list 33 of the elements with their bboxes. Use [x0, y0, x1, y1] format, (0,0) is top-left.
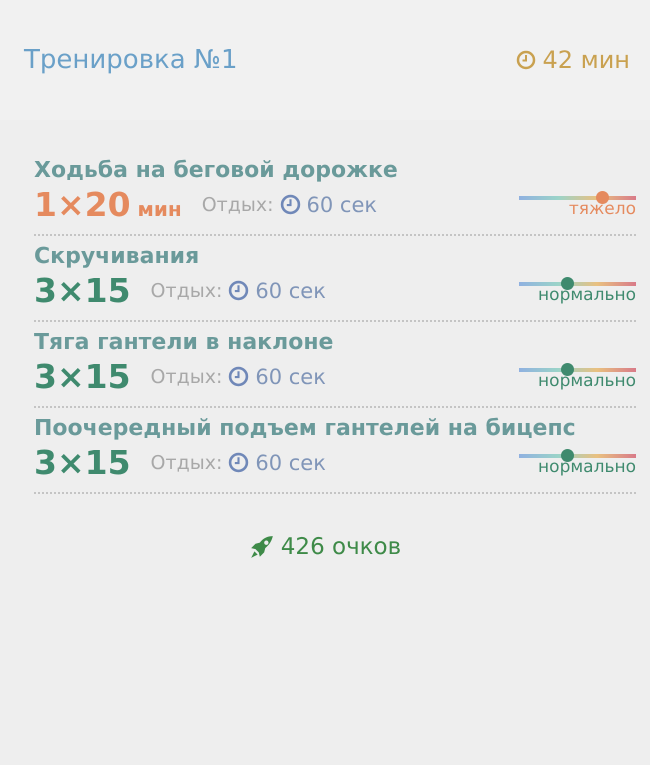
exercise-name: Скручивания	[34, 244, 200, 269]
sets-reps: 3×15	[34, 443, 131, 482]
sets-reps: 3×15	[34, 357, 131, 396]
exercise-name: Тяга гантели в наклоне	[34, 330, 334, 355]
rest-time: 60 сек	[255, 450, 326, 474]
rest-label: Отдых:	[150, 280, 222, 302]
clock-icon	[280, 194, 301, 215]
difficulty-label: тяжело	[568, 200, 636, 219]
rest-label: Отдых:	[202, 194, 274, 216]
exercise-card[interactable]: Поочередный подъем гантелей на бицепс 3×15 Отдых: 60 сек нормально	[34, 408, 636, 494]
difficulty-label: нормально	[538, 458, 636, 477]
workout-duration: 42 мин	[542, 46, 630, 74]
exercise-name: Поочередный подъем гантелей на бицепс	[34, 416, 577, 441]
difficulty-label: нормально	[538, 372, 636, 391]
clock-icon	[228, 366, 250, 387]
rocket-icon	[248, 534, 275, 560]
rest-time: 60 сек	[255, 364, 326, 388]
clock-icon	[228, 452, 250, 473]
clock-icon	[516, 50, 536, 70]
rest-time: 60 сек	[306, 192, 378, 216]
points-total: 426 очков	[280, 534, 402, 560]
sets-reps: 3×15	[34, 271, 131, 310]
exercise-card[interactable]: Скручивания 3×15 Отдых: 60 сек нормально	[34, 236, 636, 322]
exercise-card[interactable]: Ходьба на беговой дорожке 1×20 мин Отдых: 60 сек тяжело	[34, 150, 636, 236]
difficulty-label: нормально	[538, 286, 636, 305]
rest-time: 60 сек	[255, 278, 326, 302]
clock-icon	[228, 280, 250, 301]
sets-reps: 1×20 мин	[34, 185, 182, 224]
exercise-card[interactable]: Тяга гантели в наклоне 3×15 Отдых: 60 сек нормально	[34, 322, 636, 408]
rest-label: Отдых:	[150, 452, 222, 474]
rest-label: Отдых:	[150, 366, 222, 388]
exercise-name: Ходьба на беговой дорожке	[34, 158, 399, 183]
workout-title: Тренировка №1	[24, 45, 238, 75]
